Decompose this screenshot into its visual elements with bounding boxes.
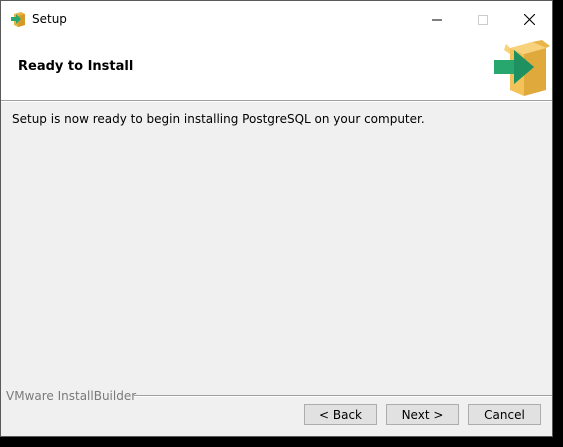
minimize-icon: [432, 19, 442, 20]
title-bar[interactable]: Setup: [1, 1, 552, 38]
close-button[interactable]: [506, 1, 552, 38]
brand-label: VMware InstallBuilder: [6, 389, 137, 403]
close-icon: [523, 14, 535, 25]
maximize-icon: [478, 14, 488, 25]
installer-app-icon: [10, 11, 26, 27]
footer-divider-highlight: [134, 396, 552, 397]
maximize-button[interactable]: [460, 1, 506, 38]
setup-window: Setup Ready to Install Setup is now read…: [0, 0, 553, 437]
ready-message: Setup is now ready to begin installing P…: [12, 112, 425, 126]
header-panel: Ready to Install: [1, 38, 552, 100]
minimize-button[interactable]: [414, 1, 460, 38]
page-title: Ready to Install: [18, 59, 134, 74]
back-button[interactable]: < Back: [304, 404, 377, 425]
cancel-button[interactable]: Cancel: [468, 404, 541, 425]
installer-logo-icon: [492, 40, 550, 96]
window-title: Setup: [32, 12, 67, 26]
next-button[interactable]: Next >: [386, 404, 459, 425]
header-divider-highlight: [1, 101, 552, 102]
